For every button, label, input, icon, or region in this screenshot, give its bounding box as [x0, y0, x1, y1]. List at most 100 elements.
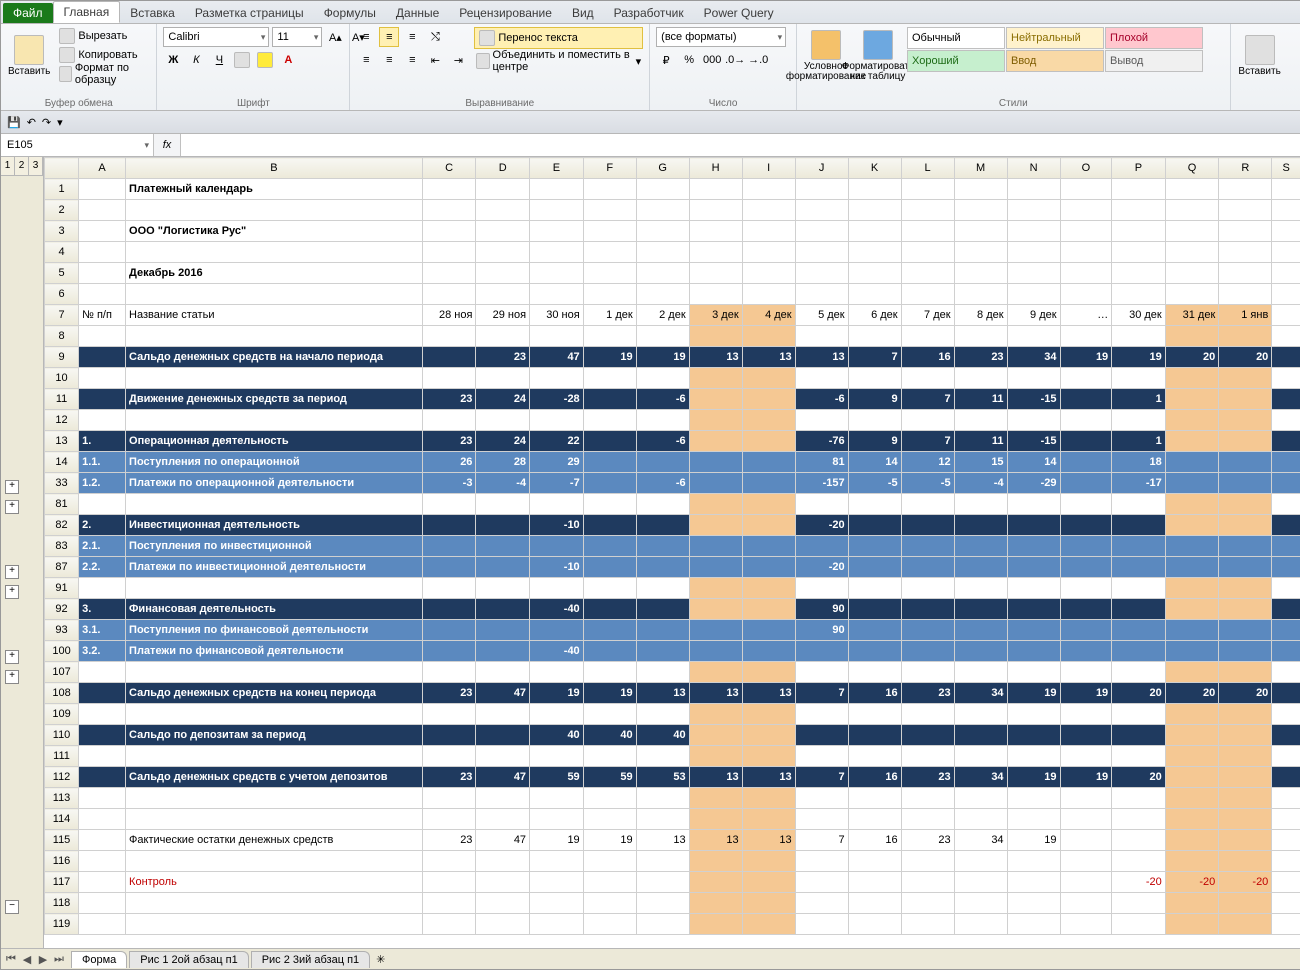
cell-C112[interactable]: 23	[422, 767, 476, 788]
cell-E2[interactable]	[530, 200, 584, 221]
cell-J11[interactable]: -6	[795, 389, 848, 410]
cell-G110[interactable]: 40	[636, 725, 689, 746]
cell-D82[interactable]	[476, 515, 530, 536]
cell-S1[interactable]	[1272, 179, 1300, 200]
cell-A87[interactable]: 2.2.	[79, 557, 126, 578]
cell-M1[interactable]	[954, 179, 1007, 200]
cell-N107[interactable]	[1007, 662, 1060, 683]
row-header-114[interactable]: 114	[45, 809, 79, 830]
cell-C108[interactable]: 23	[422, 683, 476, 704]
cell-H83[interactable]	[689, 536, 742, 557]
cell-F1[interactable]	[583, 179, 636, 200]
cell-Q9[interactable]: 20	[1165, 347, 1219, 368]
cell-R87[interactable]	[1219, 557, 1272, 578]
cell-L108[interactable]: 23	[901, 683, 954, 704]
cell-R3[interactable]	[1219, 221, 1272, 242]
row-header-5[interactable]: 5	[45, 263, 79, 284]
cell-C11[interactable]: 23	[422, 389, 476, 410]
cell-N82[interactable]	[1007, 515, 1060, 536]
align-right-button[interactable]: ≡	[402, 50, 422, 70]
cell-D33[interactable]: -4	[476, 473, 530, 494]
cell-C3[interactable]	[422, 221, 476, 242]
cell-B110[interactable]: Сальдо по депозитам за период	[126, 725, 423, 746]
cell-M109[interactable]	[954, 704, 1007, 725]
cell-F8[interactable]	[583, 326, 636, 347]
cell-A116[interactable]	[79, 851, 126, 872]
cell-K91[interactable]	[848, 578, 901, 599]
cell-C10[interactable]	[422, 368, 476, 389]
cell-J113[interactable]	[795, 788, 848, 809]
cell-C91[interactable]	[422, 578, 476, 599]
cell-B11[interactable]: Движение денежных средств за период	[126, 389, 423, 410]
cell-M13[interactable]: 11	[954, 431, 1007, 452]
cell-R33[interactable]	[1219, 473, 1272, 494]
tab-разметка-страницы[interactable]: Разметка страницы	[185, 3, 314, 23]
spreadsheet-grid[interactable]: ABCDEFGHIJKLMNOPQRS1Платежный календарь2…	[44, 157, 1300, 948]
cell-C100[interactable]	[422, 641, 476, 662]
cell-L91[interactable]	[901, 578, 954, 599]
cell-O82[interactable]	[1060, 515, 1112, 536]
cell-I11[interactable]	[742, 389, 795, 410]
cell-K11[interactable]: 9	[848, 389, 901, 410]
cell-O10[interactable]	[1060, 368, 1112, 389]
cell-D112[interactable]: 47	[476, 767, 530, 788]
cell-O118[interactable]	[1060, 893, 1112, 914]
cell-S9[interactable]	[1272, 347, 1300, 368]
cell-Q93[interactable]	[1165, 620, 1219, 641]
cell-B7[interactable]: Название статьи	[126, 305, 423, 326]
cell-E119[interactable]	[530, 914, 584, 935]
cell-A115[interactable]	[79, 830, 126, 851]
cell-O92[interactable]	[1060, 599, 1112, 620]
cell-D7[interactable]: 29 ноя	[476, 305, 530, 326]
cell-L110[interactable]	[901, 725, 954, 746]
cell-S107[interactable]	[1272, 662, 1300, 683]
cell-S3[interactable]	[1272, 221, 1300, 242]
cell-B100[interactable]: Платежи по финансовой деятельности	[126, 641, 423, 662]
row-header-14[interactable]: 14	[45, 452, 79, 473]
cell-J109[interactable]	[795, 704, 848, 725]
cell-J93[interactable]: 90	[795, 620, 848, 641]
cell-D92[interactable]	[476, 599, 530, 620]
cell-N14[interactable]: 14	[1007, 452, 1060, 473]
row-header-11[interactable]: 11	[45, 389, 79, 410]
cell-D117[interactable]	[476, 872, 530, 893]
cell-C1[interactable]	[422, 179, 476, 200]
row-header-7[interactable]: 7	[45, 305, 79, 326]
cell-I100[interactable]	[742, 641, 795, 662]
cell-J100[interactable]	[795, 641, 848, 662]
cell-A82[interactable]: 2.	[79, 515, 126, 536]
cell-G14[interactable]	[636, 452, 689, 473]
cell-P81[interactable]	[1112, 494, 1166, 515]
cell-L10[interactable]	[901, 368, 954, 389]
cell-style-Плохой[interactable]: Плохой	[1105, 27, 1203, 49]
cell-O1[interactable]	[1060, 179, 1112, 200]
cell-I14[interactable]	[742, 452, 795, 473]
cell-L12[interactable]	[901, 410, 954, 431]
cell-E3[interactable]	[530, 221, 584, 242]
cell-Q113[interactable]	[1165, 788, 1219, 809]
cell-B14[interactable]: Поступления по операционной	[126, 452, 423, 473]
row-header-81[interactable]: 81	[45, 494, 79, 515]
cell-N7[interactable]: 9 дек	[1007, 305, 1060, 326]
cell-K83[interactable]	[848, 536, 901, 557]
cell-R5[interactable]	[1219, 263, 1272, 284]
cell-G83[interactable]	[636, 536, 689, 557]
tab-данные[interactable]: Данные	[386, 3, 449, 23]
cell-C2[interactable]	[422, 200, 476, 221]
cell-A11[interactable]	[79, 389, 126, 410]
cell-P5[interactable]	[1112, 263, 1166, 284]
cell-G100[interactable]	[636, 641, 689, 662]
cell-B81[interactable]	[126, 494, 423, 515]
cell-Q100[interactable]	[1165, 641, 1219, 662]
cell-F110[interactable]: 40	[583, 725, 636, 746]
cell-M33[interactable]: -4	[954, 473, 1007, 494]
cell-Q81[interactable]	[1165, 494, 1219, 515]
cell-C33[interactable]: -3	[422, 473, 476, 494]
cell-S87[interactable]	[1272, 557, 1300, 578]
cell-S83[interactable]	[1272, 536, 1300, 557]
cell-N114[interactable]	[1007, 809, 1060, 830]
cell-M4[interactable]	[954, 242, 1007, 263]
cell-Q108[interactable]: 20	[1165, 683, 1219, 704]
cell-L14[interactable]: 12	[901, 452, 954, 473]
cell-M81[interactable]	[954, 494, 1007, 515]
